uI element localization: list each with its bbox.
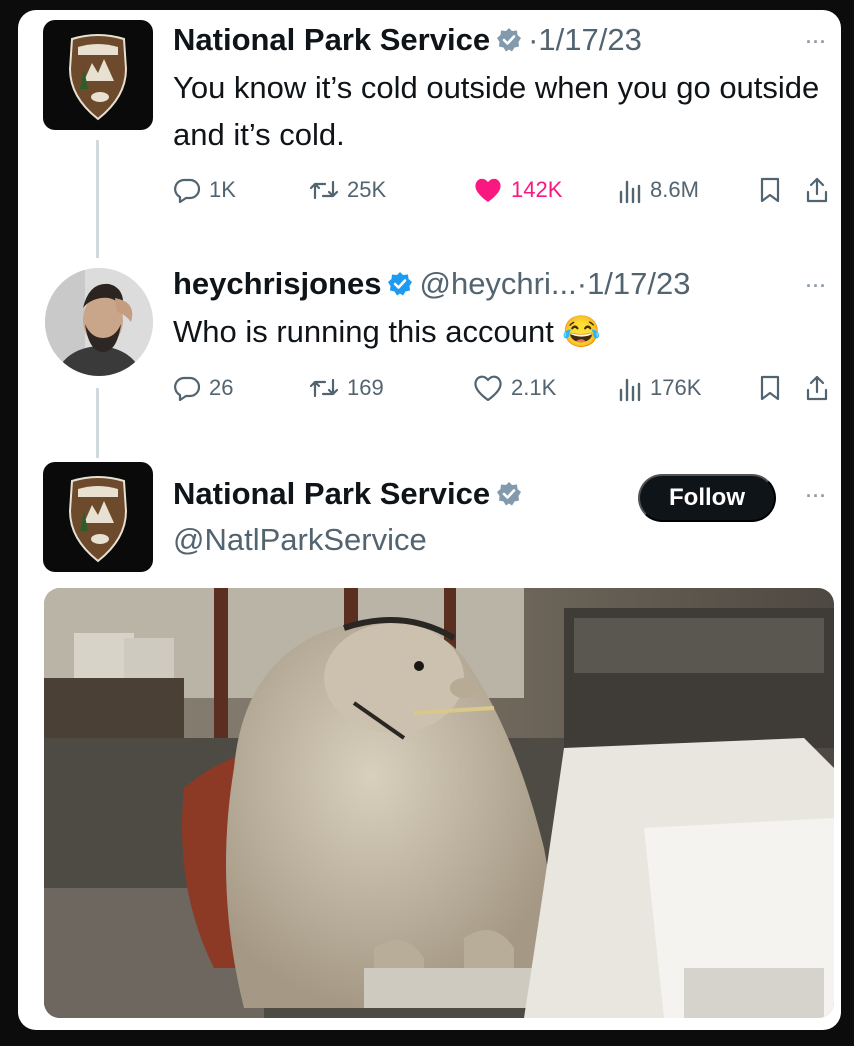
follow-button[interactable]: Follow (638, 474, 776, 522)
reply-icon (174, 376, 201, 402)
like-button[interactable]: 142K (473, 172, 562, 208)
separator-dot: · (528, 22, 539, 57)
nps-arrowhead-logo (68, 476, 128, 563)
tweet3-media-image[interactable] (44, 588, 834, 1018)
views-icon (619, 180, 641, 204)
reply-count: 26 (209, 375, 234, 400)
tweet3-handle[interactable]: @NatlParkService (173, 522, 427, 558)
views-button[interactable]: 8.6M (618, 172, 699, 208)
bookmark-icon (760, 375, 780, 401)
tweet1-actions: 1K 25K 142K 8.6M (173, 172, 833, 208)
thread-line (96, 388, 99, 458)
like-button[interactable]: 2.1K (473, 370, 556, 406)
tweet1-author-name[interactable]: National Park Service (173, 22, 490, 58)
more-options-icon[interactable]: ··· (806, 486, 827, 507)
tweet-thread-card: National Park Service · 1/17/23 ··· You … (18, 10, 841, 1030)
tweet3-header: National Park Service (173, 476, 528, 512)
bookmark-button[interactable] (758, 370, 790, 406)
share-icon (806, 177, 828, 203)
verified-badge-icon (496, 27, 522, 53)
views-count: 176K (650, 375, 702, 400)
retweet-icon (309, 180, 339, 200)
nps-avatar[interactable] (43, 462, 153, 572)
more-options-icon[interactable]: ··· (806, 32, 827, 53)
retweet-icon (309, 378, 339, 398)
tweet1-date[interactable]: 1/17/23 (538, 22, 641, 58)
share-button[interactable] (805, 370, 837, 406)
nps-arrowhead-logo (68, 34, 128, 121)
more-options-icon[interactable]: ··· (806, 276, 827, 297)
retweet-count: 25K (347, 177, 387, 202)
tweet2-text: Who is running this account 😂 (173, 314, 602, 349)
thread-line (96, 140, 99, 258)
reply-button[interactable]: 1K (173, 172, 236, 208)
tweet2-date[interactable]: 1/17/23 (587, 266, 690, 302)
tweet2-header: heychrisjones @heychri... · 1/17/23 (173, 266, 691, 302)
heychrisjones-avatar[interactable] (45, 268, 153, 376)
tweet3-author-name[interactable]: National Park Service (173, 476, 490, 512)
verified-badge-icon (496, 481, 522, 507)
views-icon (619, 378, 641, 402)
heart-icon (475, 178, 501, 202)
retweet-count: 169 (347, 375, 384, 400)
separator-dot: · (576, 266, 588, 301)
tweet2-author-name[interactable]: heychrisjones (173, 266, 381, 302)
tweet1-text: You know it’s cold outside when you go o… (173, 70, 820, 152)
verified-badge-icon (387, 271, 413, 297)
reply-icon (174, 178, 201, 204)
like-count: 142K (511, 177, 563, 202)
reply-count: 1K (209, 177, 236, 202)
tweet2-handle[interactable]: @heychri... (419, 266, 576, 302)
tweet1-header: National Park Service · 1/17/23 (173, 22, 642, 58)
views-button[interactable]: 176K (618, 370, 701, 406)
share-button[interactable] (805, 172, 837, 208)
heart-icon (474, 375, 502, 402)
retweet-button[interactable]: 25K (309, 172, 386, 208)
tweet2-actions: 26 169 2.1K 176K (173, 370, 833, 406)
share-icon (806, 375, 828, 401)
bookmark-icon (760, 177, 780, 203)
like-count: 2.1K (511, 375, 557, 400)
views-count: 8.6M (650, 177, 699, 202)
retweet-button[interactable]: 169 (309, 370, 384, 406)
bookmark-button[interactable] (758, 172, 790, 208)
nps-avatar[interactable] (43, 20, 153, 130)
reply-button[interactable]: 26 (173, 370, 233, 406)
